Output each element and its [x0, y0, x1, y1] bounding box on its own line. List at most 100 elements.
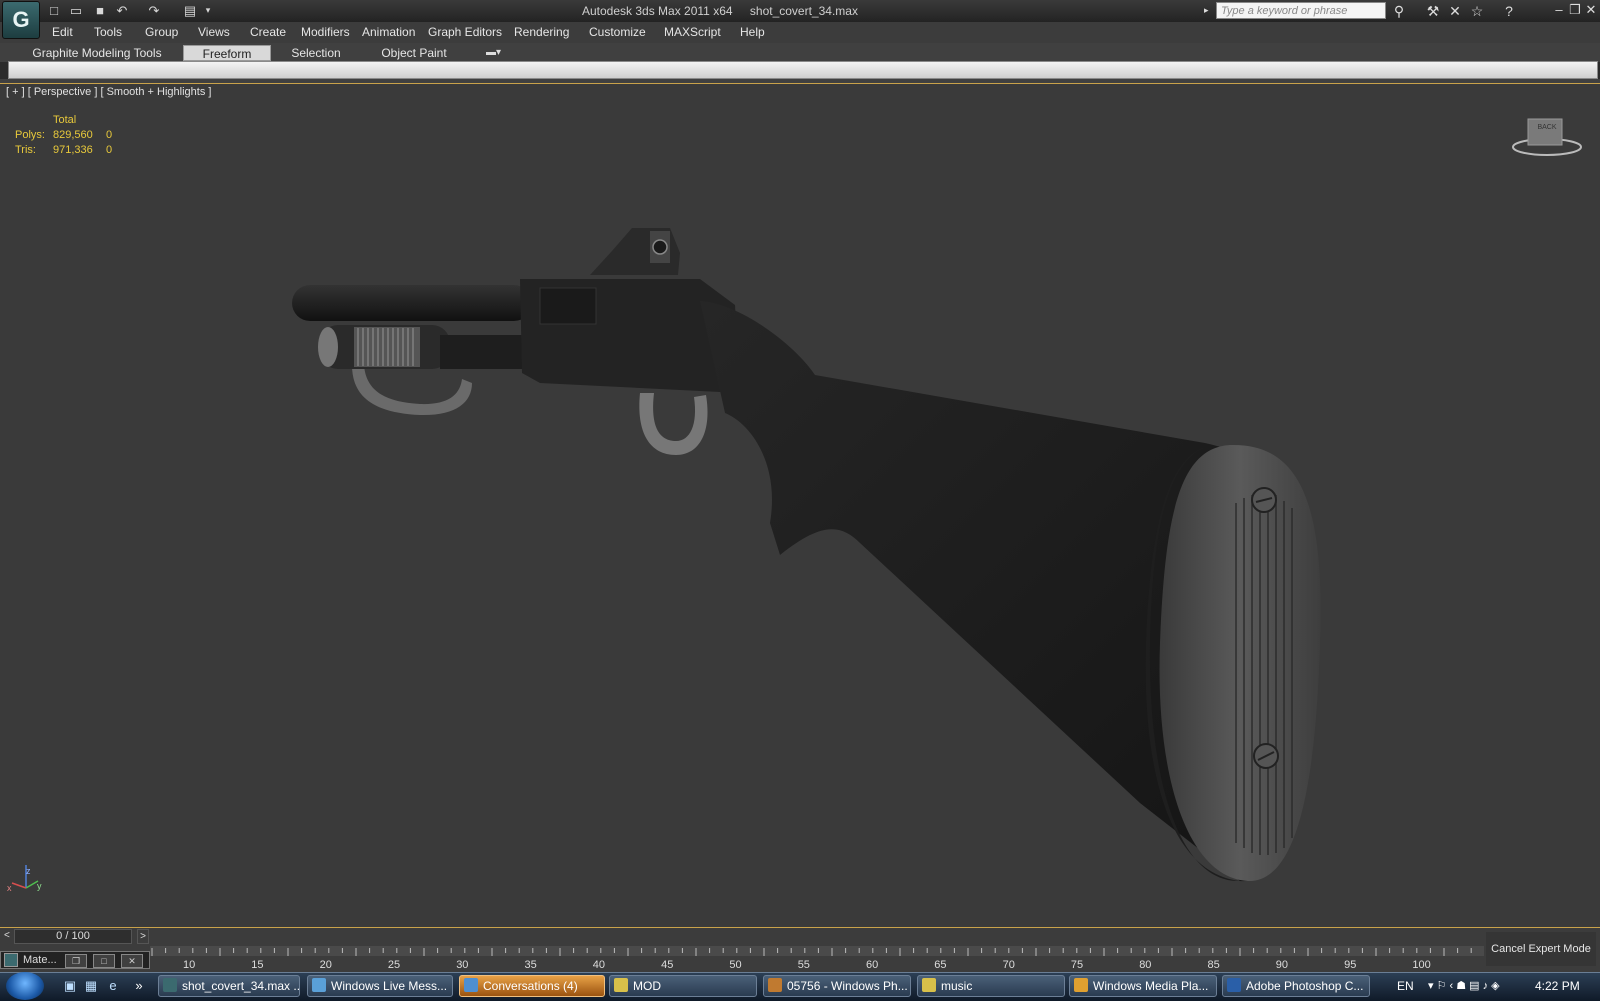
menu-views[interactable]: Views	[198, 25, 230, 39]
subscription-icon[interactable]: ✕	[1446, 3, 1464, 20]
track-tick-label: 35	[524, 959, 537, 971]
menu-graph-editors[interactable]: Graph Editors	[428, 25, 502, 39]
track-tick-label: 20	[319, 959, 332, 971]
track-tick-label: 80	[1139, 959, 1152, 971]
track-tick-label: 100	[1412, 959, 1431, 971]
taskbar-item[interactable]: MOD	[609, 975, 757, 997]
undo-icon[interactable]: ↶	[114, 3, 130, 18]
viewcube-icon[interactable]: BACK	[1530, 124, 1564, 131]
window-title: Autodesk 3ds Max 2011 x64 shot_covert_34…	[582, 4, 872, 18]
track-tick-label: 10	[183, 959, 196, 971]
taskbar-item[interactable]: shot_covert_34.max ...	[158, 975, 300, 997]
track-tick-label: 40	[592, 959, 606, 971]
gizmo-y-label: y	[37, 881, 42, 891]
stats-tris-label: Tris:	[15, 144, 36, 156]
taskbar-item[interactable]: Adobe Photoshop C...	[1222, 975, 1370, 997]
taskbar-item-label: MOD	[633, 979, 661, 993]
close-icon[interactable]: ✕	[1584, 2, 1598, 18]
quick-access-dropdown-icon[interactable]: ▾	[200, 3, 216, 18]
cancel-expert-mode-button[interactable]: Cancel Expert Mode	[1486, 932, 1596, 966]
taskbar-app-icon	[614, 978, 628, 992]
taskbar-item-label: music	[941, 979, 973, 993]
open-file-icon[interactable]: ▭	[68, 3, 84, 18]
viewport-label[interactable]: [ + ] [ Perspective ] [ Smooth + Highlig…	[6, 86, 211, 98]
track-tick-label: 25	[387, 959, 401, 971]
menu-create[interactable]: Create	[250, 25, 286, 39]
menu-help[interactable]: Help	[740, 25, 765, 39]
menu-edit[interactable]: Edit	[52, 25, 73, 39]
menu-maxscript[interactable]: MAXScript	[664, 25, 721, 39]
time-slider-value: 0 / 100	[56, 930, 90, 942]
mat-editor-label: Mate...	[23, 954, 57, 966]
menu-rendering[interactable]: Rendering	[514, 25, 569, 39]
menu-bar	[0, 22, 1600, 44]
menu-customize[interactable]: Customize	[589, 25, 646, 39]
taskbar-app-icon	[464, 978, 478, 992]
quicklaunch-more-icon[interactable]: »	[131, 978, 147, 994]
stats-header: Total	[53, 114, 77, 126]
ribbon-options-icon[interactable]: ▬▾	[486, 47, 508, 59]
taskbar-app-icon	[163, 978, 177, 992]
clock[interactable]: 4:22 PM	[1535, 979, 1580, 993]
stats-polys-label: Polys:	[15, 129, 45, 141]
mat-maximize-icon[interactable]: □	[93, 954, 115, 968]
mat-restore-icon[interactable]: ❐	[65, 954, 87, 968]
internet-explorer-icon[interactable]: e	[105, 978, 121, 994]
tab-selection[interactable]: Selection	[284, 45, 348, 61]
help-icon[interactable]: ?	[1500, 3, 1518, 19]
tray-icons[interactable]: ▾ ⚐ ‹ ☗ ▤ ♪ ◈	[1428, 979, 1500, 992]
taskbar-app-icon	[1074, 978, 1088, 992]
tab-freeform[interactable]: Freeform	[183, 45, 271, 61]
stats-polys-total: 829,560	[53, 129, 93, 141]
track-tick-label: 45	[661, 959, 674, 971]
time-next-icon[interactable]: >	[137, 929, 149, 944]
favorites-star-icon[interactable]: ☆	[1468, 3, 1486, 20]
track-tick-label: 50	[729, 959, 742, 971]
taskbar-item-label: Conversations (4)	[483, 979, 578, 993]
taskbar-item[interactable]: Conversations (4)	[459, 975, 605, 997]
material-editor-minimized[interactable]: Mate... ❐ □ ✕	[0, 951, 150, 969]
language-indicator[interactable]: EN	[1397, 979, 1414, 993]
taskbar-item[interactable]: Windows Media Pla...	[1069, 975, 1217, 997]
start-button[interactable]	[6, 972, 44, 1000]
project-folder-icon[interactable]: ▤	[182, 3, 198, 18]
taskbar-app-icon	[768, 978, 782, 992]
taskbar-app-icon	[312, 978, 326, 992]
time-prev-icon[interactable]: <	[4, 930, 10, 941]
file-name: shot_covert_34.max	[749, 4, 858, 18]
gizmo-z-label: z	[26, 866, 31, 876]
new-file-icon[interactable]: □	[46, 3, 62, 18]
menu-modifiers[interactable]: Modifiers	[301, 25, 350, 39]
ribbon-panel	[8, 61, 1598, 79]
track-tick-label: 75	[1070, 959, 1084, 971]
taskbar-item[interactable]: 05756 - Windows Ph...	[763, 975, 911, 997]
shotgun-model-render	[11, 118, 1582, 889]
app-logo-button[interactable]: G	[2, 1, 40, 39]
tab-graphite-modeling-tools[interactable]: Graphite Modeling Tools	[30, 45, 164, 61]
communication-center-icon[interactable]: ⚒	[1424, 3, 1442, 20]
redo-icon[interactable]: ↷	[146, 3, 162, 18]
time-slider[interactable]: 0 / 100	[14, 929, 132, 944]
taskbar-app-icon	[922, 978, 936, 992]
menu-animation[interactable]: Animation	[362, 25, 415, 39]
taskbar-item[interactable]: music	[917, 975, 1065, 997]
show-desktop-icon[interactable]: ▣	[62, 978, 78, 994]
tab-object-paint[interactable]: Object Paint	[374, 45, 454, 61]
mat-close-icon[interactable]: ✕	[121, 954, 143, 968]
stats-tris-total: 971,336	[53, 144, 93, 156]
taskbar-item[interactable]: Windows Live Mess...	[307, 975, 453, 997]
minimize-icon[interactable]: –	[1552, 2, 1566, 17]
search-input[interactable]: Type a keyword or phrase	[1216, 2, 1386, 19]
switch-windows-icon[interactable]: ▦	[83, 978, 99, 994]
restore-icon[interactable]: ❐	[1568, 2, 1582, 18]
menu-group[interactable]: Group	[145, 25, 178, 39]
menu-tools[interactable]: Tools	[94, 25, 122, 39]
taskbar-item-label: Windows Live Mess...	[331, 979, 448, 993]
track-tick-label: 85	[1207, 959, 1220, 971]
taskbar-item-label: Windows Media Pla...	[1093, 979, 1209, 993]
app-name: Autodesk 3ds Max 2011 x64	[582, 4, 733, 18]
binoculars-icon[interactable]: ⚲	[1390, 3, 1408, 20]
track-tick-label: 70	[1002, 959, 1015, 971]
save-icon[interactable]: ■	[92, 3, 108, 18]
search-expand-icon[interactable]: ▸	[1204, 5, 1209, 16]
